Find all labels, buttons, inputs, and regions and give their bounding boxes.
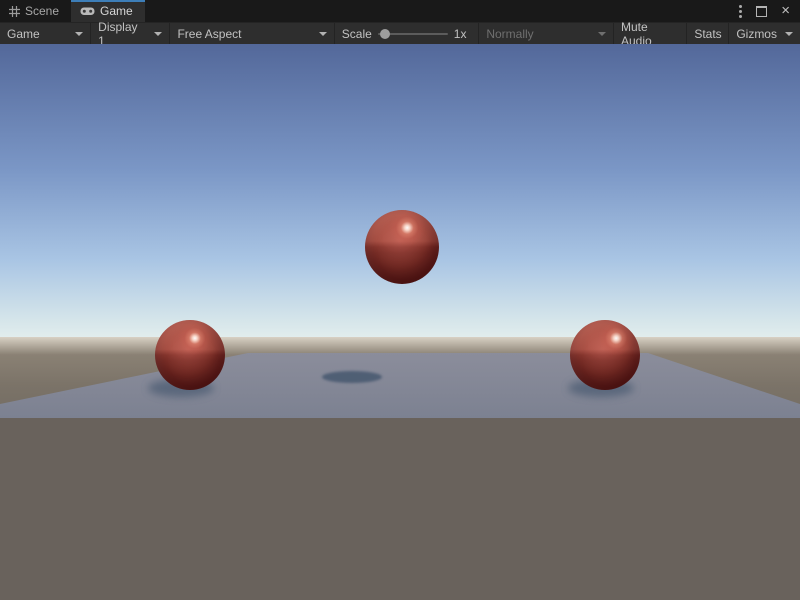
gizmos-dropdown[interactable]: Gizmos — [729, 23, 800, 44]
view-popup-dropdown[interactable]: Game — [0, 23, 91, 44]
maximize-icon[interactable] — [756, 6, 767, 17]
chevron-down-icon — [598, 32, 606, 36]
stats-button[interactable]: Stats — [687, 23, 729, 44]
unity-game-window: Scene Game × Game Display 1 — [0, 0, 800, 600]
chevron-down-icon — [75, 32, 83, 36]
scene-grid-icon — [9, 6, 20, 17]
scale-label: Scale — [342, 27, 372, 41]
scale-slider-knob[interactable] — [380, 29, 390, 39]
tab-scene[interactable]: Scene — [0, 0, 71, 22]
scale-control: Scale 1x — [335, 23, 480, 44]
stats-label: Stats — [694, 27, 721, 41]
game-toolbar: Game Display 1 Free Aspect Scale 1x Norm… — [0, 22, 800, 44]
scene-ground-and-shadows — [0, 44, 800, 600]
tab-game-label: Game — [100, 4, 133, 18]
play-focus-label: Normally — [486, 27, 533, 41]
gamepad-icon — [80, 6, 95, 16]
aspect-label: Free Aspect — [177, 27, 241, 41]
gizmos-label: Gizmos — [736, 27, 777, 41]
display-dropdown[interactable]: Display 1 — [91, 23, 170, 44]
window-controls: × — [739, 0, 800, 22]
mute-audio-button[interactable]: Mute Audio — [614, 23, 687, 44]
scale-slider[interactable] — [378, 28, 448, 40]
scale-value: 1x — [454, 27, 467, 41]
chevron-down-icon — [319, 32, 327, 36]
chevron-down-icon — [154, 32, 162, 36]
tab-scene-label: Scene — [25, 4, 59, 18]
kebab-menu-icon[interactable] — [739, 10, 742, 13]
close-icon[interactable]: × — [781, 3, 790, 18]
aspect-ratio-dropdown[interactable]: Free Aspect — [170, 23, 334, 44]
sphere-right — [570, 320, 640, 390]
play-focus-dropdown: Normally — [479, 23, 614, 44]
sphere-left — [155, 320, 225, 390]
shadow-airborne-sphere — [322, 371, 382, 383]
sphere-airborne — [365, 210, 439, 284]
game-viewport[interactable] — [0, 44, 800, 600]
ground-near — [0, 418, 800, 600]
chevron-down-icon — [785, 32, 793, 36]
view-popup-label: Game — [7, 27, 40, 41]
